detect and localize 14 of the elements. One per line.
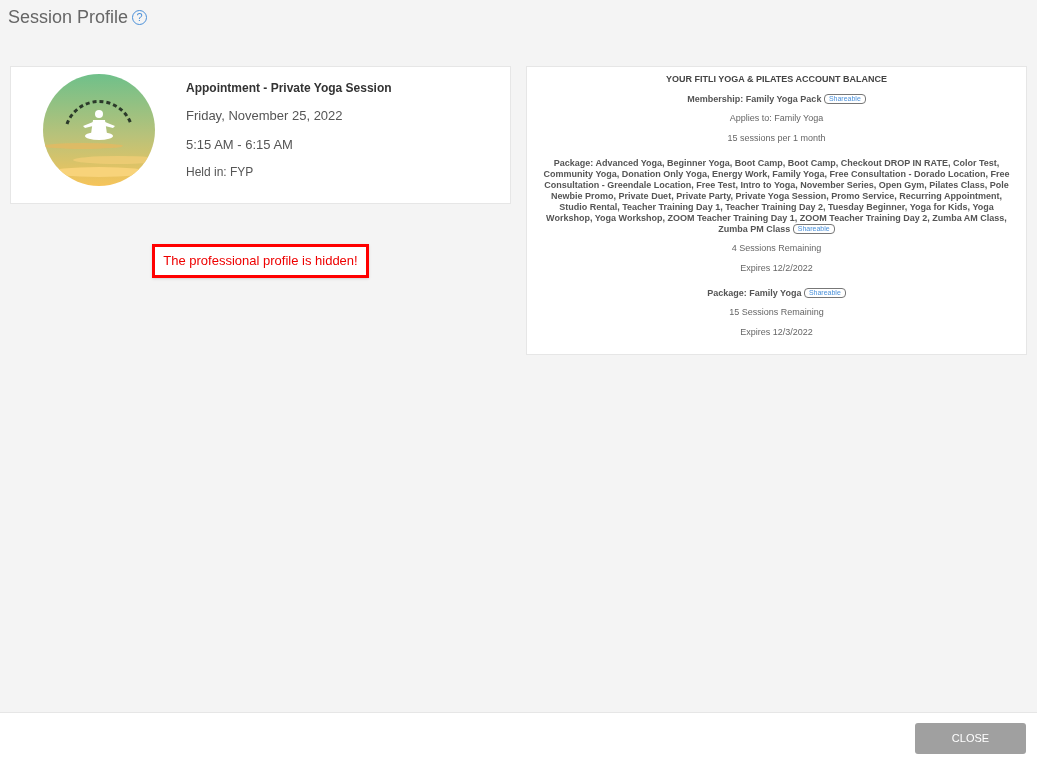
- dialog-title: Session Profile: [8, 6, 129, 29]
- balance-detail: 15 sessions per 1 month: [727, 132, 826, 145]
- appointment-location: Held in: FYP: [186, 164, 255, 181]
- balance-detail: Expires 12/2/2022: [740, 262, 813, 275]
- appointment-date: Friday, November 25, 2022: [186, 107, 344, 125]
- close-button[interactable]: CLOSE: [915, 723, 1026, 754]
- balance-detail: 4 Sessions Remaining: [731, 241, 822, 255]
- balance-detail: 15 Sessions Remaining: [729, 305, 824, 319]
- balance-detail: Expires 12/3/2022: [740, 326, 813, 339]
- hidden-profile-notice: The professional profile is hidden!: [152, 244, 369, 278]
- appointment-title: Appointment - Private Yoga Session: [186, 80, 392, 97]
- balance-heading: YOUR FITLI YOGA & PILATES ACCOUNT BALANCE: [666, 73, 887, 86]
- appointment-time: 5:15 AM - 6:15 AM: [186, 135, 294, 154]
- balance-detail: Applies to: Family Yoga: [729, 111, 824, 125]
